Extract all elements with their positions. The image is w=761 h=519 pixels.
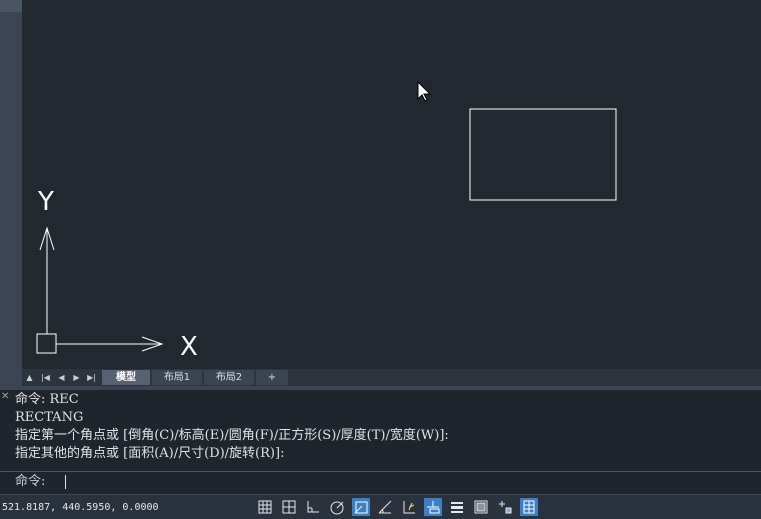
ucs-origin-box bbox=[36, 333, 57, 354]
lineweight-icon[interactable] bbox=[448, 498, 466, 516]
tab-model[interactable]: 模型 bbox=[102, 370, 150, 385]
command-input[interactable] bbox=[65, 475, 66, 489]
coordinate-readout: 521.8187, 440.5950, 0.0000 bbox=[2, 502, 159, 513]
ucs-y-label: Y bbox=[37, 187, 54, 217]
ortho-mode-icon[interactable] bbox=[304, 498, 322, 516]
object-snap-tracking-icon[interactable] bbox=[376, 498, 394, 516]
selection-cycling-icon[interactable] bbox=[496, 498, 514, 516]
drawn-rectangle[interactable] bbox=[469, 108, 617, 201]
tab-scroll-up-icon[interactable]: ▲ bbox=[23, 371, 36, 384]
transparency-icon[interactable] bbox=[472, 498, 490, 516]
dynamic-ucs-icon[interactable] bbox=[400, 498, 418, 516]
mouse-cursor-icon bbox=[417, 80, 432, 102]
annotation-monitor-icon[interactable] bbox=[520, 498, 538, 516]
command-input-row[interactable]: 命令: bbox=[0, 471, 761, 493]
command-prompt: 命令: bbox=[15, 474, 46, 489]
add-layout-button[interactable]: + bbox=[256, 370, 288, 385]
polar-tracking-icon[interactable] bbox=[328, 498, 346, 516]
dynamic-input-icon[interactable] bbox=[424, 498, 442, 516]
tab-first-icon[interactable]: |◀ bbox=[39, 371, 52, 384]
close-icon[interactable]: ✕ bbox=[1, 392, 11, 402]
drawing-canvas[interactable]: Y X bbox=[22, 0, 761, 369]
snap-mode-icon[interactable] bbox=[280, 498, 298, 516]
dock-grip[interactable] bbox=[0, 0, 22, 12]
tab-prev-icon[interactable]: ◀ bbox=[55, 371, 68, 384]
ucs-icon: Y X bbox=[36, 187, 198, 362]
tab-layout2[interactable]: 布局2 bbox=[204, 370, 254, 385]
status-bar: 521.8187, 440.5950, 0.0000 bbox=[0, 494, 761, 519]
tab-layout1[interactable]: 布局1 bbox=[152, 370, 202, 385]
layout-tab-bar: ▲ |◀ ◀ ▶ ▶| 模型 布局1 布局2 + bbox=[22, 369, 761, 386]
command-history: 命令: REC RECTANG 指定第一个角点或 [倒角(C)/标高(E)/圆角… bbox=[15, 392, 449, 461]
canvas-svg: Y X bbox=[36, 80, 617, 362]
tab-last-icon[interactable]: ▶| bbox=[85, 371, 98, 384]
tab-next-icon[interactable]: ▶ bbox=[70, 371, 83, 384]
command-line-panel: ✕ 命令: REC RECTANG 指定第一个角点或 [倒角(C)/标高(E)/… bbox=[0, 390, 761, 493]
ucs-x-label: X bbox=[180, 332, 198, 362]
left-dock-strip bbox=[0, 0, 22, 386]
grid-display-icon[interactable] bbox=[256, 498, 274, 516]
object-snap-icon[interactable] bbox=[352, 498, 370, 516]
